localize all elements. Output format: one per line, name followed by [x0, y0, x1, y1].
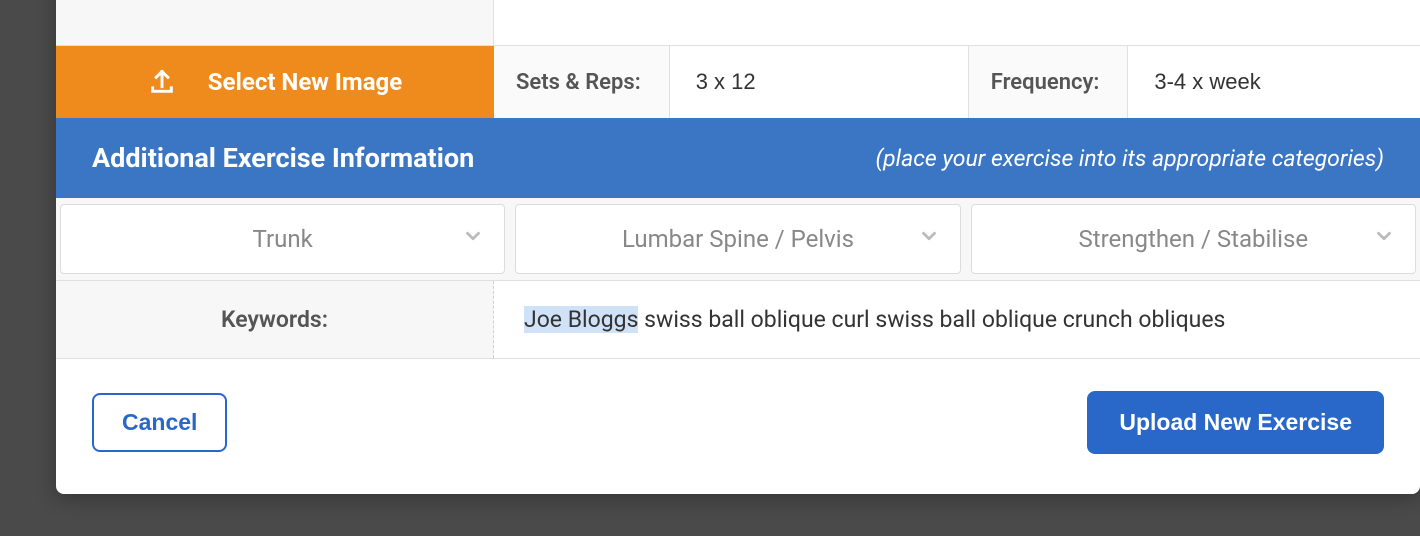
upload-new-exercise-button[interactable]: Upload New Exercise [1087, 391, 1384, 454]
select-new-image-button[interactable]: Select New Image [56, 46, 494, 118]
params-row: Sets & Reps: Frequency: [494, 46, 1420, 118]
category3-value: Strengthen / Stabilise [1079, 225, 1309, 253]
category3-dropdown[interactable]: Strengthen / Stabilise [971, 204, 1416, 274]
chevron-down-icon [462, 225, 484, 253]
frequency-label: Frequency: [969, 46, 1129, 118]
exercise-modal: Select New Image Sets & Reps: Frequency:… [56, 0, 1420, 494]
dropdowns-row: Trunk Lumbar Spine / Pelvis Strengthen /… [56, 198, 1420, 281]
top-row [56, 0, 1420, 46]
upload-icon [148, 68, 176, 96]
keywords-row: Keywords: Joe Bloggs swiss ball oblique … [56, 281, 1420, 359]
frequency-block: Frequency: [968, 46, 1420, 118]
image-spacer [494, 0, 1420, 45]
cancel-button[interactable]: Cancel [92, 393, 227, 452]
sets-reps-input[interactable] [670, 46, 968, 118]
image-preview [56, 0, 494, 45]
sets-reps-label: Sets & Reps: [494, 46, 670, 118]
keywords-label: Keywords: [56, 281, 494, 358]
modal-footer: Cancel Upload New Exercise [56, 359, 1420, 494]
category2-value: Lumbar Spine / Pelvis [622, 225, 854, 253]
sets-reps-block: Sets & Reps: [494, 46, 968, 118]
select-new-image-label: Select New Image [208, 68, 402, 96]
keywords-input[interactable]: Joe Bloggs swiss ball oblique curl swiss… [494, 281, 1420, 358]
keywords-rest: swiss ball oblique curl swiss ball obliq… [638, 306, 1225, 333]
section-title: Additional Exercise Information [92, 142, 474, 174]
second-row: Select New Image Sets & Reps: Frequency: [56, 46, 1420, 118]
frequency-input[interactable] [1128, 46, 1420, 118]
chevron-down-icon [918, 225, 940, 253]
category1-value: Trunk [253, 225, 313, 253]
category1-dropdown[interactable]: Trunk [60, 204, 505, 274]
section-header: Additional Exercise Information (place y… [56, 118, 1420, 198]
keywords-highlight: Joe Bloggs [524, 306, 638, 333]
category2-dropdown[interactable]: Lumbar Spine / Pelvis [515, 204, 960, 274]
chevron-down-icon [1373, 225, 1395, 253]
section-help: (place your exercise into its appropriat… [875, 145, 1384, 172]
